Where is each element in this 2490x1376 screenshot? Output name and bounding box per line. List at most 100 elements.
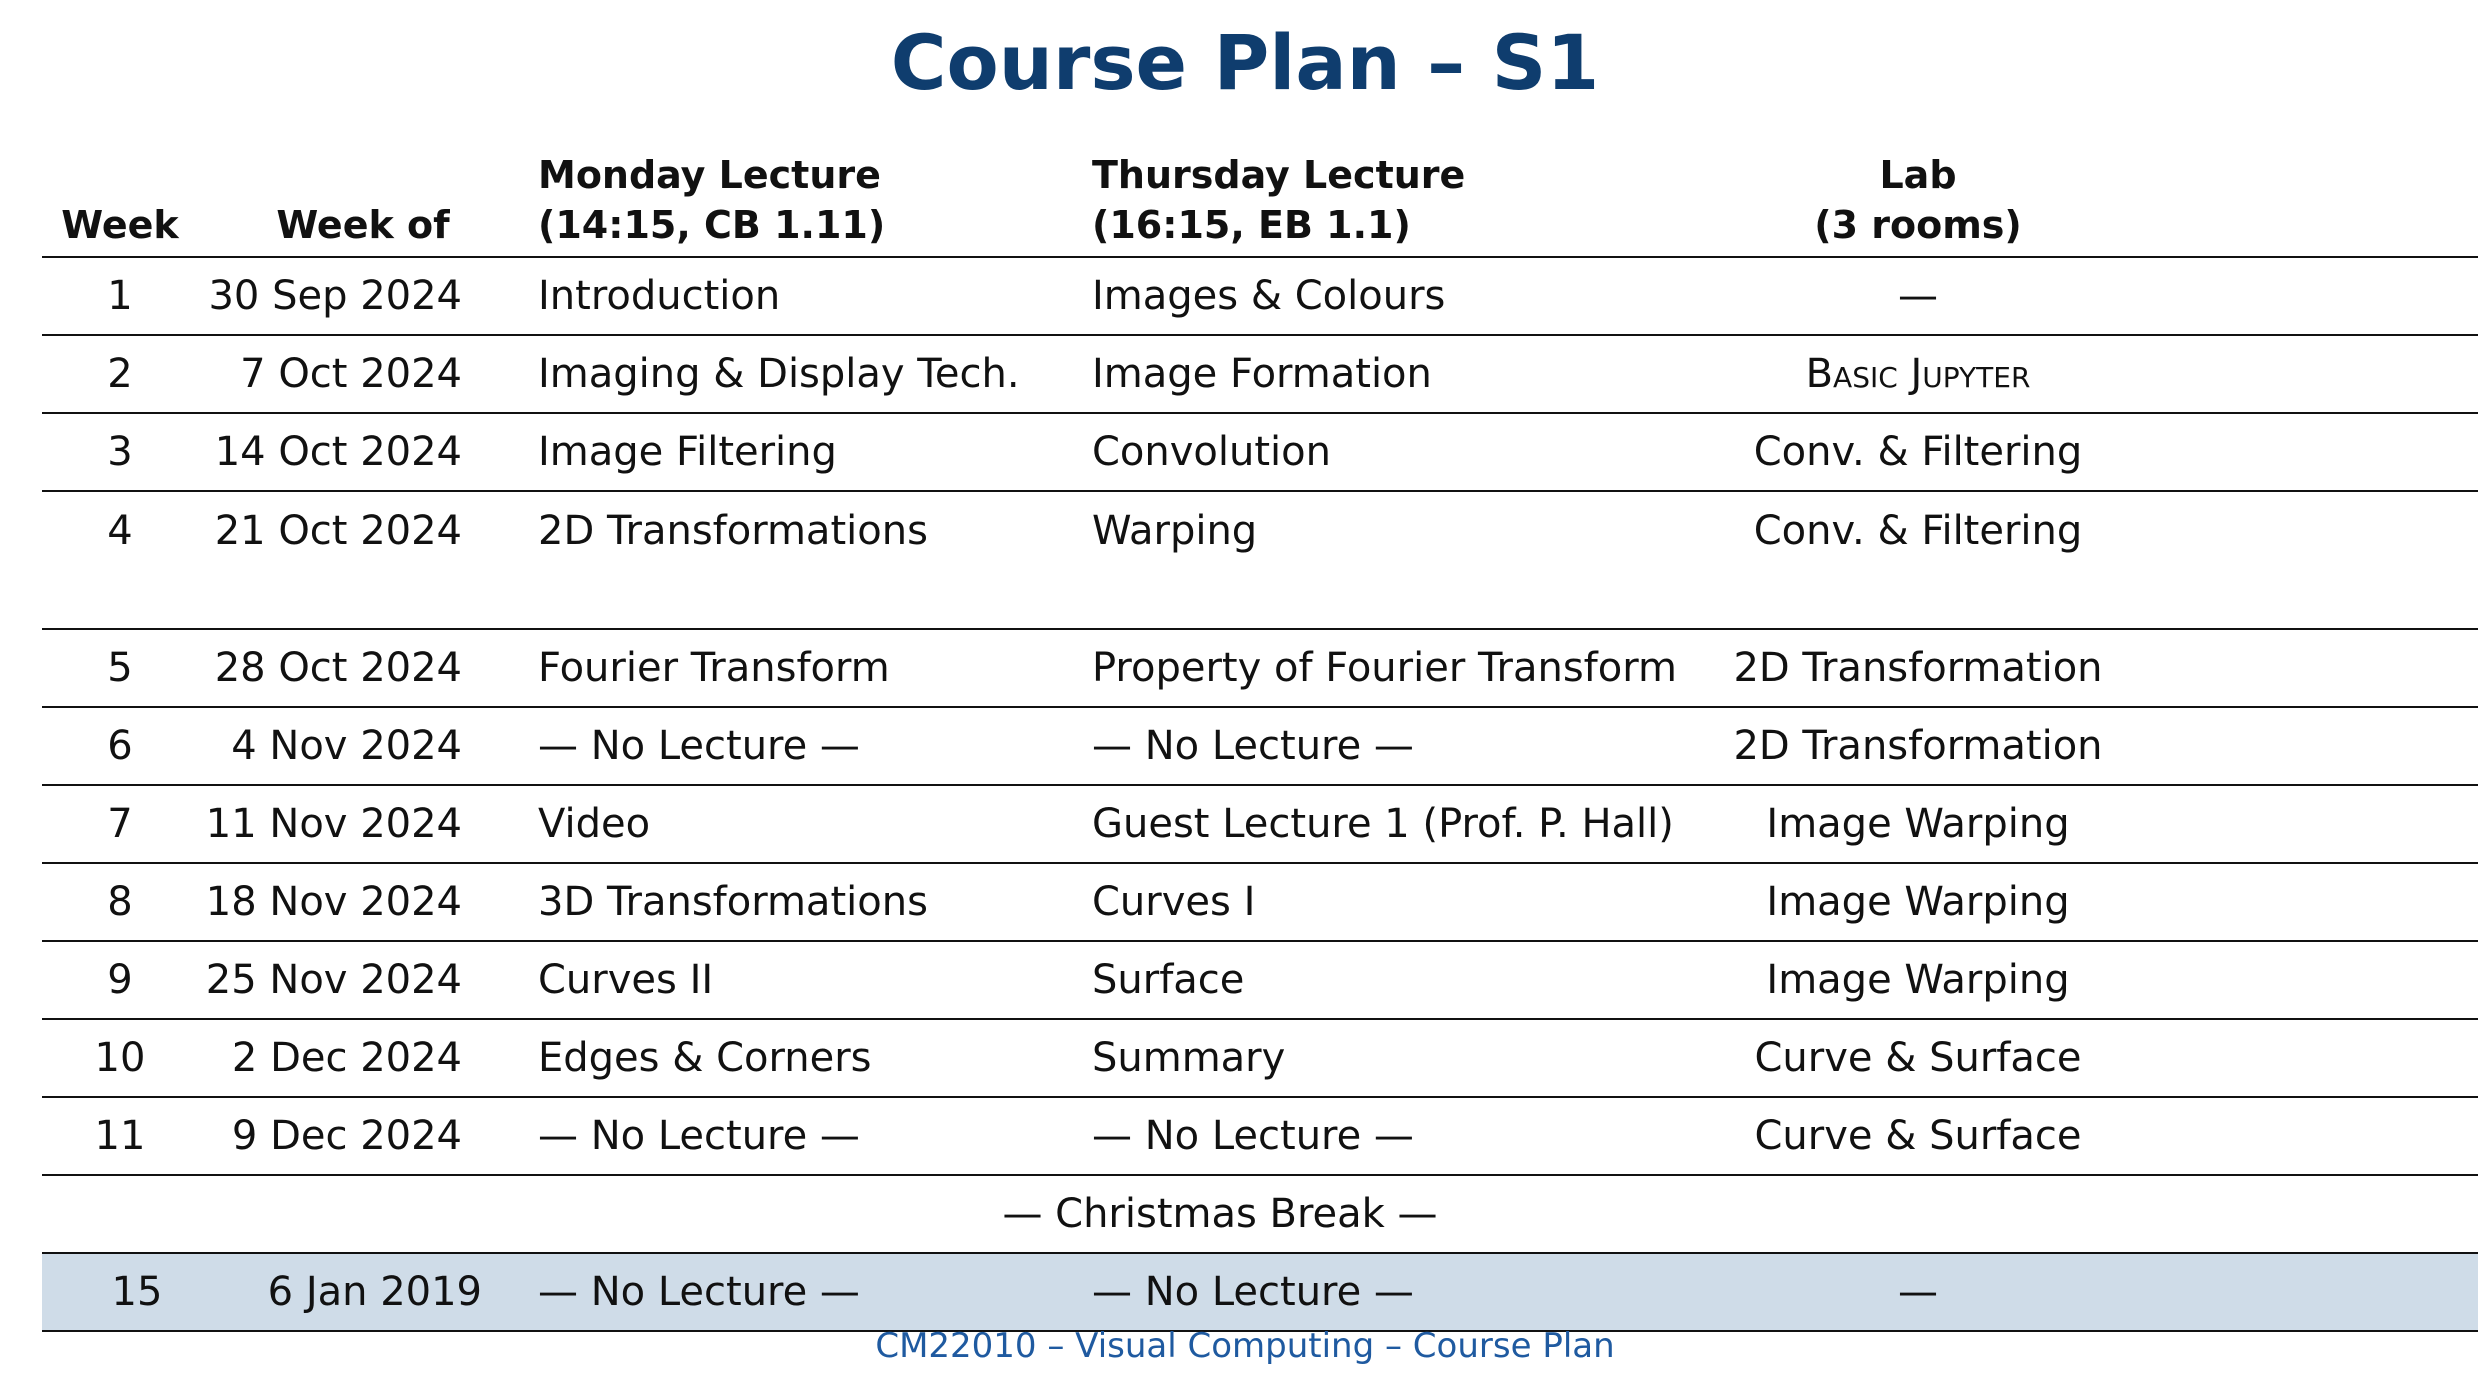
- spacer-cell: [2160, 335, 2478, 414]
- monday-cell: Edges & Corners: [528, 1019, 1082, 1098]
- thursday-cell: Curves I: [1082, 863, 1676, 942]
- table-header: Week Week of Monday Lecture (14:15, CB 1…: [42, 150, 2478, 258]
- table-row: 7 11 Nov 2024 Video Guest Lecture 1 (Pro…: [42, 785, 2478, 864]
- header-week-of: Week of: [198, 150, 528, 258]
- header-lab-title: Lab: [1879, 153, 1957, 197]
- monday-cell: Image Filtering: [528, 413, 1082, 492]
- course-plan-table-wrapper: Week Week of Monday Lecture (14:15, CB 1…: [42, 150, 2478, 1332]
- week-cell: 9: [42, 941, 198, 1020]
- week-cell: 8: [42, 863, 198, 942]
- christmas-break-cell: — Christmas Break —: [42, 1175, 2478, 1254]
- lab-cell: 2D Transformation: [1676, 707, 2160, 786]
- week-cell: 5: [42, 629, 198, 708]
- spacer-cell: [2160, 941, 2478, 1020]
- thursday-cell: Property of Fourier Transform: [1082, 629, 1677, 708]
- date-cell: 21 Oct 2024: [198, 491, 528, 630]
- lab-cell: —: [1676, 1253, 2160, 1332]
- spacer-cell: [2160, 1253, 2478, 1332]
- date-cell: 9 Dec 2024: [198, 1097, 528, 1176]
- monday-cell: Fourier Transform: [528, 629, 1082, 708]
- week-cell: 15: [42, 1253, 198, 1332]
- date-cell: 18 Nov 2024: [198, 863, 528, 942]
- header-week: Week: [42, 150, 198, 258]
- header-thursday-detail: (16:15, EB 1.1): [1092, 203, 1411, 247]
- table-row: 5 28 Oct 2024 Fourier Transform Property…: [42, 629, 2478, 708]
- header-lab-detail: (3 rooms): [1814, 203, 2022, 247]
- spacer-cell: [2160, 1019, 2478, 1098]
- table-body: 1 30 Sep 2024 Introduction Images & Colo…: [42, 257, 2478, 1332]
- date-cell: 4 Nov 2024: [198, 707, 528, 786]
- thursday-cell: Warping: [1082, 491, 1676, 630]
- thursday-cell: Image Formation: [1082, 335, 1676, 414]
- monday-cell: Curves II: [528, 941, 1082, 1020]
- week-cell: 10: [42, 1019, 198, 1098]
- week-cell: 4: [42, 491, 198, 630]
- monday-cell: — No Lecture —: [528, 1253, 1082, 1332]
- header-thursday-title: Thursday Lecture: [1092, 153, 1466, 197]
- table-row-highlighted: 15 6 Jan 2019 — No Lecture — — No Lectur…: [42, 1253, 2478, 1332]
- header-lab: Lab (3 rooms): [1676, 150, 2160, 258]
- table-row: 9 25 Nov 2024 Curves II Surface Image Wa…: [42, 941, 2478, 1020]
- monday-cell: — No Lecture —: [528, 707, 1082, 786]
- lab-cell: Image Warping: [1676, 941, 2160, 1020]
- slide-footer: CM22010 – Visual Computing – Course Plan: [875, 1326, 1615, 1366]
- lab-cell: 2D Transformation: [1676, 629, 2160, 708]
- date-cell: 2 Dec 2024: [198, 1019, 528, 1098]
- table-row: 8 18 Nov 2024 3D Transformations Curves …: [42, 863, 2478, 942]
- spacer-cell: [2160, 1097, 2478, 1176]
- date-cell: 7 Oct 2024: [198, 335, 528, 414]
- spacer-cell: [2160, 413, 2478, 492]
- date-cell: 30 Sep 2024: [198, 257, 528, 336]
- monday-cell: 2D Transformations: [528, 491, 1082, 630]
- lab-cell: Conv. & Filtering: [1676, 413, 2160, 492]
- spacer-cell: [2160, 629, 2478, 708]
- thursday-cell: Summary: [1082, 1019, 1676, 1098]
- thursday-cell: — No Lecture —: [1082, 707, 1676, 786]
- table-row: 6 4 Nov 2024 — No Lecture — — No Lecture…: [42, 707, 2478, 786]
- lab-cell: Conv. & Filtering: [1676, 491, 2160, 630]
- table-row: 10 2 Dec 2024 Edges & Corners Summary Cu…: [42, 1019, 2478, 1098]
- week-cell: 7: [42, 785, 198, 864]
- week-cell: 1: [42, 257, 198, 336]
- header-monday-title: Monday Lecture: [538, 153, 881, 197]
- week-cell: 6: [42, 707, 198, 786]
- lab-cell: —: [1676, 257, 2160, 336]
- thursday-cell: Convolution: [1082, 413, 1676, 492]
- monday-cell: Imaging & Display Tech.: [528, 335, 1082, 414]
- monday-cell: 3D Transformations: [528, 863, 1082, 942]
- spacer-cell: [2160, 707, 2478, 786]
- lab-cell: Image Warping: [1676, 785, 2160, 864]
- thursday-cell: Surface: [1082, 941, 1676, 1020]
- lab-cell: Curve & Surface: [1676, 1019, 2160, 1098]
- table-row: 1 30 Sep 2024 Introduction Images & Colo…: [42, 257, 2478, 336]
- table-row: 2 7 Oct 2024 Imaging & Display Tech. Ima…: [42, 335, 2478, 414]
- monday-cell: Introduction: [528, 257, 1082, 336]
- thursday-cell: Images & Colours: [1082, 257, 1676, 336]
- page-title: Course Plan – S1: [890, 18, 1600, 107]
- monday-cell: — No Lecture —: [528, 1097, 1082, 1176]
- week-cell: 3: [42, 413, 198, 492]
- spacer-cell: [2160, 257, 2478, 336]
- lab-cell: Curve & Surface: [1676, 1097, 2160, 1176]
- week-cell: 2: [42, 335, 198, 414]
- header-monday: Monday Lecture (14:15, CB 1.11): [528, 150, 1082, 258]
- lab-cell: Basic Jupyter: [1676, 335, 2160, 414]
- spacer-cell: [2160, 785, 2478, 864]
- header-thursday: Thursday Lecture (16:15, EB 1.1): [1082, 150, 1676, 258]
- header-monday-detail: (14:15, CB 1.11): [538, 203, 886, 247]
- thursday-cell: Guest Lecture 1 (Prof. P. Hall): [1082, 785, 1676, 864]
- date-cell: 25 Nov 2024: [198, 941, 528, 1020]
- table-row: 4 21 Oct 2024 2D Transformations Warping…: [42, 491, 2478, 630]
- spacer-cell: [2160, 491, 2478, 630]
- course-plan-table: Week Week of Monday Lecture (14:15, CB 1…: [42, 150, 2478, 1332]
- header-spacer: [2160, 150, 2478, 258]
- table-row: 11 9 Dec 2024 — No Lecture — — No Lectur…: [42, 1097, 2478, 1176]
- lab-cell: Image Warping: [1676, 863, 2160, 942]
- table-row: 3 14 Oct 2024 Image Filtering Convolutio…: [42, 413, 2478, 492]
- thursday-cell: — No Lecture —: [1082, 1253, 1676, 1332]
- break-row: — Christmas Break —: [42, 1175, 2478, 1254]
- date-cell: 11 Nov 2024: [198, 785, 528, 864]
- week-cell: 11: [42, 1097, 198, 1176]
- date-cell: 14 Oct 2024: [198, 413, 528, 492]
- monday-cell: Video: [528, 785, 1082, 864]
